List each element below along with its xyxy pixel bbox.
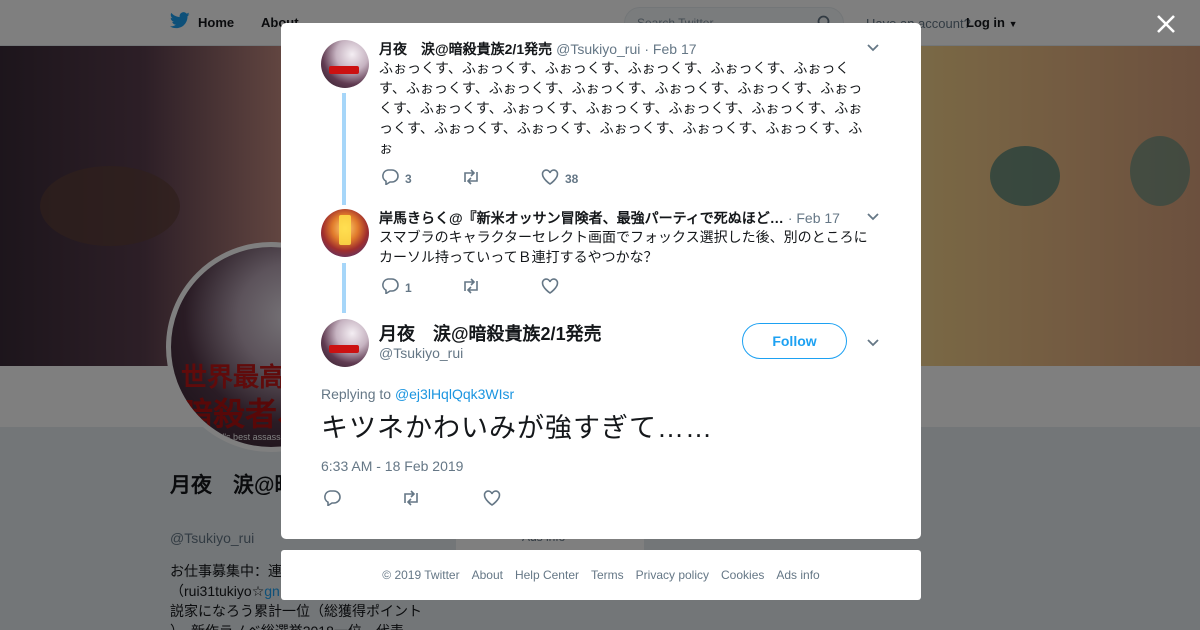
reply-icon [381, 278, 399, 297]
tweet-text: ふぉっくす、ふぉっくす、ふぉっくす、ふぉっくす、ふぉっくす、ふぉっくす、ふぉっく… [379, 60, 863, 156]
tweet-author-handle[interactable]: @Tsukiyo_rui [556, 41, 640, 57]
replying-to: Replying to @ej3lHqlQqk3WIsr [321, 386, 514, 402]
tweet-text: スマブラのキャラクターセレクト画面でフォックス選択した後、別のところにカーソル持… [379, 229, 868, 265]
footer-link-terms[interactable]: Terms [591, 568, 624, 582]
footer-link-help[interactable]: Help Center [515, 568, 579, 582]
thread-connector [342, 93, 346, 205]
close-icon[interactable] [1152, 10, 1180, 38]
tweet-header: 月夜 涙@暗殺貴族2/1発売 @Tsukiyo_rui · Feb 17 [379, 39, 697, 59]
chevron-down-icon[interactable] [865, 208, 881, 224]
thread-connector [342, 263, 346, 313]
reply-icon [323, 490, 341, 509]
avatar[interactable] [321, 209, 369, 257]
avatar[interactable] [321, 319, 369, 367]
retweet-icon [461, 278, 481, 297]
tweet-timestamp[interactable]: 6:33 AM - 18 Feb 2019 [321, 458, 463, 474]
retweet-button[interactable] [401, 490, 421, 509]
retweet-button[interactable] [461, 169, 487, 188]
heart-icon [541, 169, 559, 188]
chevron-down-icon[interactable] [865, 39, 881, 55]
tweet-date[interactable]: · Feb 17 [788, 210, 840, 226]
replying-to-link[interactable]: @ej3lHqlQqk3WIsr [395, 386, 514, 402]
like-button[interactable] [483, 490, 501, 509]
tweet-date[interactable]: · Feb 17 [644, 41, 696, 57]
like-button[interactable] [541, 278, 565, 297]
main-tweet-text: キツネかわいみが強すぎて…… [321, 413, 713, 443]
tweet-author-name[interactable]: 月夜 涙@暗殺貴族2/1発売 [379, 320, 602, 346]
retweet-icon [461, 169, 481, 188]
tweet-permalink-modal: 月夜 涙@暗殺貴族2/1発売 @Tsukiyo_rui · Feb 17 ふぉっ… [281, 23, 921, 539]
follow-button[interactable]: Follow [742, 323, 847, 359]
reply-count: 3 [405, 171, 412, 186]
replying-prefix: Replying to [321, 386, 395, 402]
like-count: 38 [565, 171, 579, 186]
retweet-button[interactable] [461, 278, 487, 297]
tweet-author-name[interactable]: 月夜 涙@暗殺貴族2/1発売 [379, 39, 552, 59]
like-button[interactable]: 38 [541, 169, 578, 188]
heart-icon [541, 278, 559, 297]
avatar[interactable] [321, 40, 369, 88]
footer-link-cookies[interactable]: Cookies [721, 568, 764, 582]
footer-link-privacy[interactable]: Privacy policy [636, 568, 709, 582]
footer-link-ads[interactable]: Ads info [776, 568, 819, 582]
footer-link-about[interactable]: About [472, 568, 503, 582]
reply-button[interactable]: 1 [381, 278, 412, 297]
tweet-header: 岸馬きらく@『新米オッサン冒険者、最強パーティで死ぬほど… · Feb 17 [379, 208, 840, 228]
reply-button[interactable] [323, 490, 341, 509]
reply-button[interactable]: 3 [381, 169, 412, 188]
footer-links: © 2019 Twitter About Help Center Terms P… [281, 550, 921, 600]
tweet-author-name[interactable]: 岸馬きらく@『新米オッサン冒険者、最強パーティで死ぬほど… [379, 208, 784, 228]
reply-count: 1 [405, 280, 412, 295]
chevron-down-icon[interactable] [865, 334, 881, 350]
heart-icon [483, 490, 501, 509]
retweet-icon [401, 490, 421, 509]
reply-icon [381, 169, 399, 188]
tweet-author-handle[interactable]: @Tsukiyo_rui [379, 345, 463, 361]
footer-copyright: © 2019 Twitter [382, 568, 460, 582]
